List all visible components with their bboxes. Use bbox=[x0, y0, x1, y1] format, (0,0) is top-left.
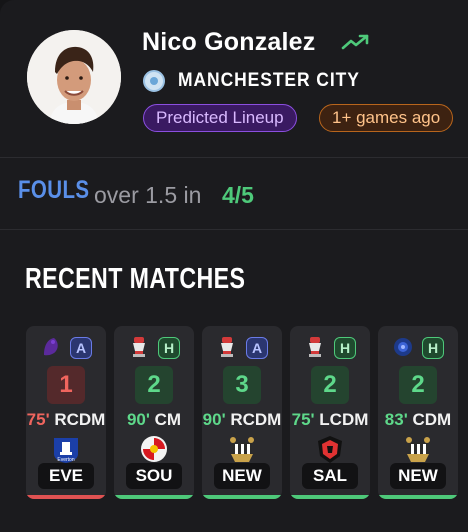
match-score: 2 bbox=[311, 366, 349, 404]
player-card: Nico Gonzalez MANCHESTER CITY Predicted … bbox=[0, 0, 468, 532]
minutes-position: 83' CDM bbox=[378, 410, 458, 430]
match-card[interactable]: H 2 75' LCDM SAL bbox=[290, 326, 370, 499]
southampton-crest-icon bbox=[139, 434, 169, 464]
match-score: 2 bbox=[135, 366, 173, 404]
stat-description: over 1.5 in bbox=[94, 182, 202, 208]
venue-badge: H bbox=[334, 337, 356, 359]
player-name[interactable]: Nico Gonzalez bbox=[142, 28, 315, 57]
opponent-label: NEW bbox=[390, 463, 446, 489]
games-ago-badge: 1+ games ago bbox=[319, 104, 454, 132]
venue-badge: H bbox=[422, 337, 444, 359]
stat-row[interactable]: FOULS over 1.5 in 4/5 bbox=[0, 158, 468, 230]
player-photo-icon bbox=[27, 30, 121, 124]
minutes-played: 90' bbox=[126, 410, 150, 429]
fa-cup-icon bbox=[304, 335, 326, 359]
match-card[interactable]: H 2 90' CM SOU bbox=[114, 326, 194, 499]
salford-crest-icon bbox=[315, 434, 345, 464]
minutes-position: 75' LCDM bbox=[290, 410, 370, 430]
manchester-city-crest-icon bbox=[143, 70, 165, 92]
newcastle-crest-icon bbox=[403, 434, 433, 464]
match-position: RCDM bbox=[49, 410, 106, 429]
match-score: 1 bbox=[47, 366, 85, 404]
match-card[interactable]: H 2 83' CDM NEW bbox=[378, 326, 458, 499]
match-card[interactable]: A 3 90' RCDM NEW bbox=[202, 326, 282, 499]
stat-label: FOULS bbox=[18, 176, 90, 204]
venue-badge: A bbox=[246, 337, 268, 359]
premier-league-icon bbox=[40, 335, 62, 359]
minutes-played: 90' bbox=[202, 410, 226, 429]
fa-cup-icon bbox=[128, 335, 150, 359]
match-position: CM bbox=[149, 410, 182, 429]
club-name[interactable]: MANCHESTER CITY bbox=[178, 70, 360, 92]
opponent-label: SAL bbox=[302, 463, 358, 489]
minutes-position: 90' CM bbox=[114, 410, 194, 430]
result-bar bbox=[26, 495, 106, 499]
opponent-label: SOU bbox=[126, 463, 182, 489]
player-avatar[interactable] bbox=[27, 30, 121, 124]
minutes-position: 90' RCDM bbox=[202, 410, 282, 430]
player-header: Nico Gonzalez MANCHESTER CITY Predicted … bbox=[0, 0, 468, 158]
minutes-played: 83' bbox=[384, 410, 408, 429]
venue-badge: H bbox=[158, 337, 180, 359]
everton-crest-icon: Everton bbox=[51, 434, 81, 464]
result-bar bbox=[378, 495, 458, 499]
trending-up-icon bbox=[341, 34, 369, 50]
match-position: RCDM bbox=[225, 410, 282, 429]
opponent-label: NEW bbox=[214, 463, 270, 489]
match-score: 3 bbox=[223, 366, 261, 404]
result-bar bbox=[290, 495, 370, 499]
fa-cup-icon bbox=[216, 335, 238, 359]
section-title: RECENT MATCHES bbox=[25, 263, 246, 295]
venue-badge: A bbox=[70, 337, 92, 359]
stat-value: 4/5 bbox=[222, 182, 254, 208]
match-score: 2 bbox=[399, 366, 437, 404]
minutes-played: 75' bbox=[26, 410, 50, 429]
match-position: LCDM bbox=[314, 410, 369, 429]
minutes-position: 75' RCDM bbox=[26, 410, 106, 430]
minutes-played: 75' bbox=[291, 410, 315, 429]
newcastle-crest-icon bbox=[227, 434, 257, 464]
match-card[interactable]: A 1 75' RCDM Everton EVE bbox=[26, 326, 106, 499]
opponent-label: EVE bbox=[38, 463, 94, 489]
result-bar bbox=[202, 495, 282, 499]
league-cup-icon bbox=[392, 335, 414, 359]
match-position: CDM bbox=[407, 410, 452, 429]
result-bar bbox=[114, 495, 194, 499]
predicted-lineup-badge: Predicted Lineup bbox=[143, 104, 297, 132]
